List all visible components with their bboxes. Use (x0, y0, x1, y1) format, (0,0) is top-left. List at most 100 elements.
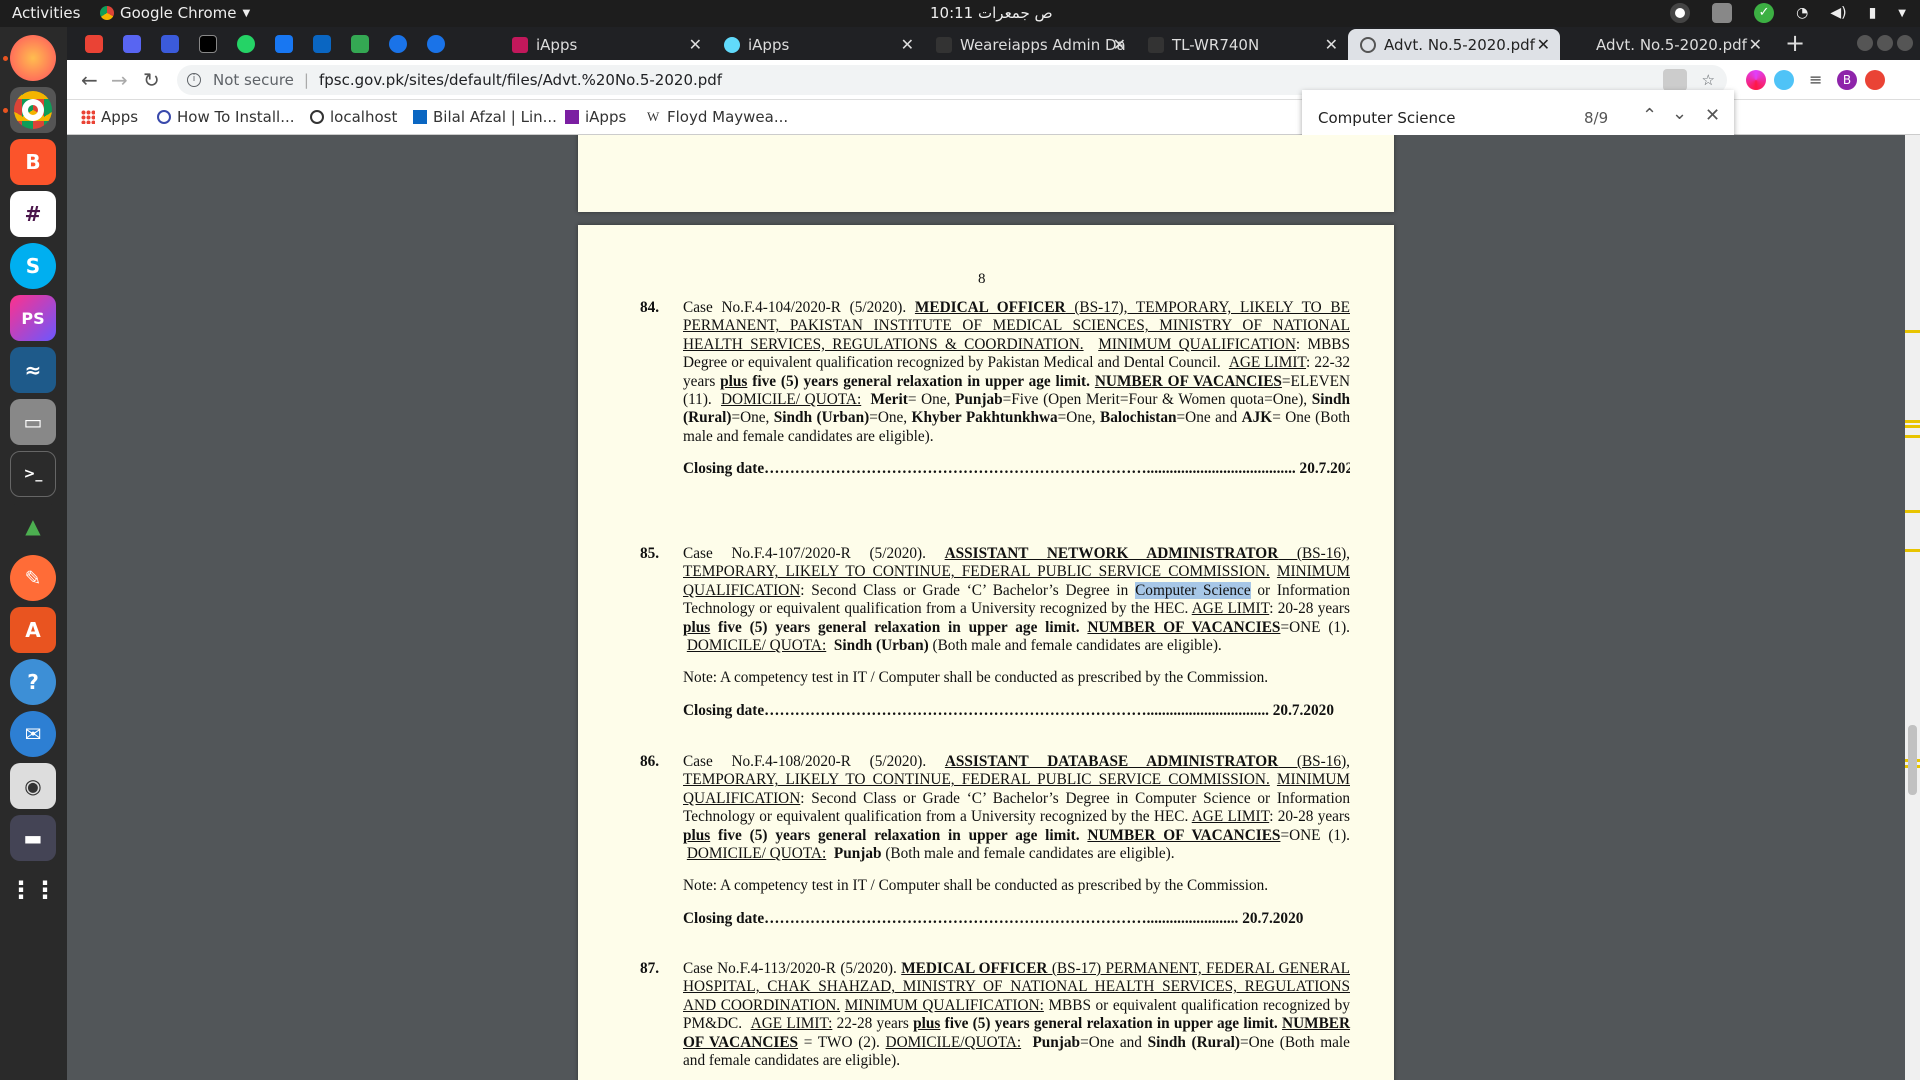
thunderbird-icon[interactable]: ✉ (10, 711, 56, 757)
case-number: Case No.F.4-108/2020-R (5/2020). (683, 753, 927, 770)
app-menu[interactable]: Google Chrome ▼ (100, 4, 250, 22)
bookmark-how-to-install[interactable]: How To Install... (157, 108, 295, 126)
chrome-icon[interactable] (10, 87, 56, 133)
whatsapp-pinned-tab[interactable] (237, 35, 255, 53)
gmail-pinned-tab[interactable] (85, 35, 103, 53)
display-icon[interactable]: ▬ (10, 815, 56, 861)
chevron-up-icon[interactable]: ⌃ (1642, 105, 1657, 126)
age-label: AGE LIMIT (1191, 600, 1270, 618)
item-number: 85. (640, 545, 660, 562)
close-icon[interactable]: ✕ (1705, 105, 1720, 126)
extension-icon-2[interactable] (1774, 70, 1794, 90)
wifi-icon[interactable]: ◔ (1796, 5, 1808, 21)
close-icon[interactable]: ✕ (1749, 35, 1762, 54)
close-icon[interactable]: ✕ (1325, 35, 1338, 54)
linkedin-pinned-tab[interactable] (313, 35, 331, 53)
vacancies-label: NUMBER OF VACANCIES (1087, 618, 1281, 636)
url-text[interactable]: fpsc.gov.pk/sites/default/files/Advt.%20… (319, 71, 722, 89)
scrollbar-thumb[interactable] (1908, 725, 1917, 795)
pinned-tab-2[interactable] (123, 35, 141, 53)
profile-avatar[interactable]: B (1837, 70, 1857, 90)
age-text: : 20-28 years (1269, 808, 1350, 826)
battery-icon[interactable]: ▮ (1869, 5, 1877, 21)
info-icon[interactable]: i (187, 73, 201, 87)
apps-grid-icon (81, 110, 95, 124)
pinned-tab-3[interactable] (161, 35, 179, 53)
terminal-icon[interactable]: >_ (10, 451, 56, 497)
new-tab-button[interactable]: + (1785, 29, 1805, 57)
close-window-button[interactable] (1897, 35, 1913, 51)
tab-tl-wr740n[interactable]: TL-WR740N ✕ (1136, 29, 1348, 60)
chevron-down-icon[interactable]: ▼ (1898, 8, 1906, 19)
bookmark-label: Apps (101, 108, 139, 126)
help-icon[interactable]: ? (10, 659, 56, 705)
slack-icon[interactable]: # (10, 191, 56, 237)
reload-icon[interactable]: ↻ (143, 68, 160, 92)
mysql-workbench-icon[interactable]: ≈ (10, 347, 56, 393)
item-body: Case No.F.4-104/2020-R (5/2020). MEDICAL… (683, 299, 1350, 446)
dev-pinned-tab[interactable] (199, 35, 217, 53)
tab-iapps-2[interactable]: iApps ✕ (712, 29, 924, 60)
plus-text: plus (913, 1015, 941, 1033)
tab-advt-pdf[interactable]: Advt. No.5-2020.pdf ✕ (1560, 29, 1772, 60)
software-center-icon[interactable]: A (10, 607, 56, 653)
close-icon[interactable]: ✕ (1537, 35, 1550, 54)
star-icon[interactable]: ☆ (1702, 71, 1715, 89)
pinned-tab-10[interactable] (427, 35, 445, 53)
activities-button[interactable]: Activities (12, 4, 80, 22)
show-apps-icon[interactable]: ⋮⋮ (9, 867, 57, 913)
close-icon[interactable]: ✕ (901, 35, 914, 54)
slack-tray-icon[interactable] (1712, 3, 1733, 23)
firefox-icon[interactable] (10, 35, 56, 81)
file-manager-icon[interactable]: ▭ (10, 399, 56, 445)
security-status[interactable]: Not secure (213, 71, 294, 89)
system-tray[interactable]: ✓ ◔ ◀) ▮ ▼ (1670, 3, 1906, 23)
find-input[interactable]: Computer Science (1318, 109, 1455, 127)
item-body: Case No.F.4-108/2020-R (5/2020). ASSISTA… (683, 753, 1350, 863)
bookmark-linkedin[interactable]: Bilal Afzal | Lin... (413, 108, 557, 126)
rocket-icon[interactable]: ▲ (10, 503, 56, 549)
iapps-icon (565, 110, 579, 124)
phpstorm-icon[interactable]: PS (10, 295, 56, 341)
back-arrow-icon[interactable]: ← (81, 68, 98, 92)
tab-weareiapps-admin[interactable]: Weareiapps Admin Da ✕ (924, 29, 1136, 60)
quota-text: =Five (Open Merit=Four & Women quota=One… (1002, 391, 1308, 409)
volume-icon[interactable]: ◀) (1830, 5, 1846, 21)
closing-date: Closing date…………………………………………………………………...… (683, 460, 1350, 478)
page-icon (1572, 37, 1588, 53)
vertical-scrollbar[interactable] (1905, 135, 1920, 1080)
tab-advt-pdf-active[interactable]: Advt. No.5-2020.pdf ✕ (1348, 29, 1560, 60)
find-page-icon[interactable] (1663, 69, 1687, 91)
tab-iapps-1[interactable]: iApps ✕ (500, 29, 712, 60)
skype-icon[interactable]: S (10, 243, 56, 289)
close-icon[interactable]: ✕ (689, 35, 702, 54)
bookmark-iapps[interactable]: iApps (565, 108, 626, 126)
maximize-button[interactable] (1877, 35, 1893, 51)
clock[interactable]: 10:11 ص جمعرات (930, 4, 1053, 22)
record-icon[interactable] (1670, 3, 1691, 23)
list-item: 84. Case No.F.4-104/2020-R (5/2020). MED… (640, 299, 1350, 479)
bookmark-localhost[interactable]: localhost (310, 108, 397, 126)
minimize-button[interactable] (1857, 35, 1873, 51)
post-title: ASSISTANT DATABASE ADMINISTRATOR (944, 753, 1279, 770)
media-icon[interactable]: ≡ (1809, 70, 1829, 90)
quota-balochistan: Balochistan (1100, 409, 1177, 427)
postman-icon[interactable]: ✎ (10, 555, 56, 601)
bookmark-floyd[interactable]: W Floyd Maywea... (647, 108, 788, 126)
item-body: Case No.F.4-113/2020-R (5/2020). MEDICAL… (683, 960, 1350, 1070)
forward-arrow-icon[interactable]: → (111, 68, 128, 92)
bookmark-apps[interactable]: Apps (81, 108, 138, 126)
extension-icon-3[interactable] (1865, 70, 1885, 90)
quota-punjab: Punjab (955, 391, 1003, 409)
brave-icon[interactable]: B (10, 139, 56, 185)
chevron-down-icon[interactable]: ⌄ (1672, 103, 1687, 124)
close-icon[interactable]: ✕ (1113, 35, 1126, 54)
check-icon[interactable]: ✓ (1754, 3, 1775, 23)
pinned-tab-8[interactable] (351, 35, 369, 53)
pinned-tab-9[interactable] (389, 35, 407, 53)
bookmark-label: How To Install... (177, 108, 295, 126)
rhythmbox-icon[interactable]: ◉ (10, 763, 56, 809)
facebook-pinned-tab[interactable] (275, 35, 293, 53)
extension-icon-1[interactable] (1746, 70, 1766, 90)
pdf-viewer[interactable]: 8 84. Case No.F.4-104/2020-R (5/2020). M… (67, 135, 1920, 1080)
